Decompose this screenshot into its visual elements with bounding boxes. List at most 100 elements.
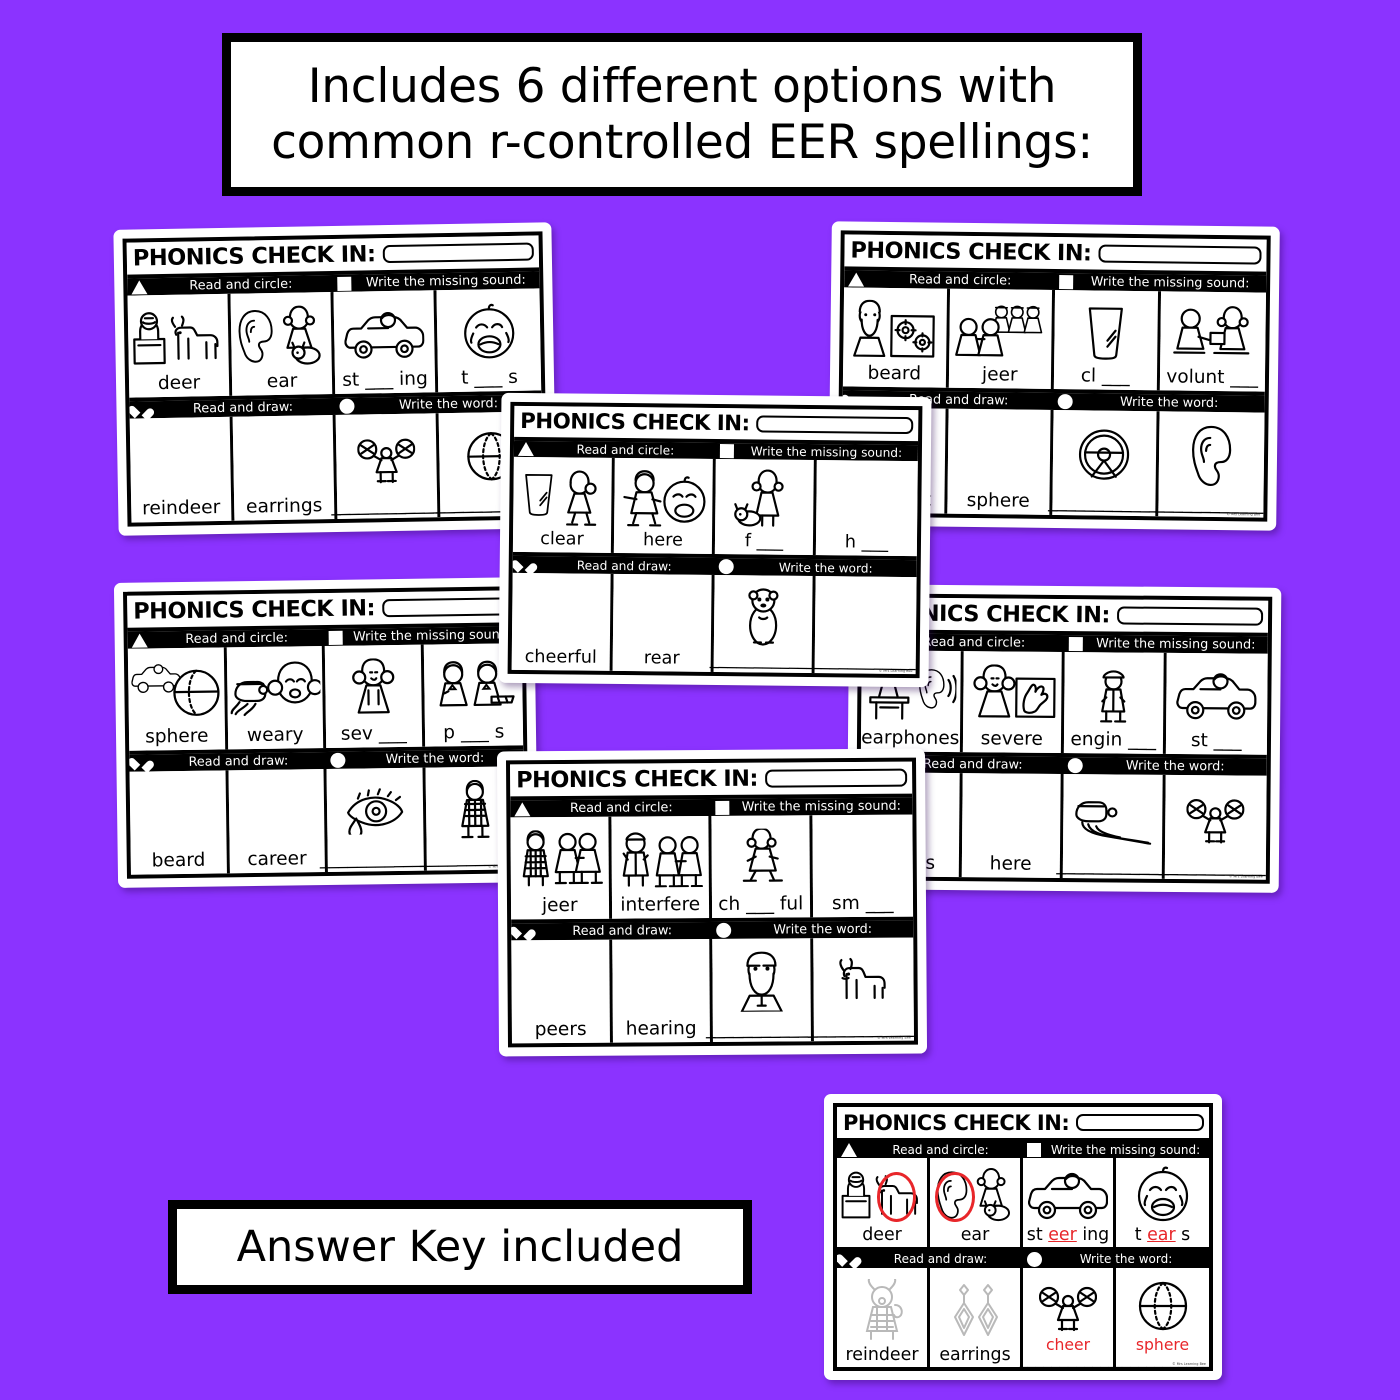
worksheet-cell[interactable]: ____________ [1048, 409, 1159, 517]
cell-word[interactable]: ____________ [331, 493, 443, 517]
worksheet-cell[interactable]: ____________ [706, 937, 817, 1042]
circle-icon [339, 398, 355, 414]
worksheet-cell[interactable]: volunt ___ [1159, 291, 1267, 392]
worksheet-cell[interactable]: clear [512, 456, 615, 553]
worksheet-cell[interactable]: career [228, 768, 328, 874]
clipart-hidden-icon [818, 463, 916, 535]
write-the-word-header: Write the word: [1023, 1251, 1209, 1268]
worksheet-cell[interactable]: sphere [127, 647, 228, 751]
worksheet-cell[interactable]: ____________ [1056, 773, 1168, 879]
worksheet-cell[interactable]: here [961, 772, 1064, 878]
cell-word: earrings [939, 1344, 1011, 1365]
triangle-icon [131, 632, 148, 648]
worksheet-cell[interactable]: st ___ [1165, 652, 1268, 755]
worksheet-cell[interactable]: sev ___ [324, 644, 425, 748]
worksheet-cell[interactable]: cl ___ [1053, 290, 1161, 391]
cell-word[interactable]: ____________ [1048, 491, 1159, 514]
student-name-input[interactable] [1076, 1114, 1204, 1131]
card-jeer-interfere[interactable]: PHONICS CHECK IN: Read and circle: Write t… [496, 748, 928, 1057]
worksheet-cell[interactable]: st ___ ing [333, 290, 439, 394]
student-name-input[interactable] [756, 415, 914, 435]
answer-text: ear [1147, 1224, 1176, 1245]
worksheet-cell[interactable]: sphere ____________ © Mrs Learning Bee [1114, 1267, 1209, 1367]
worksheet-cell[interactable]: t ___ s [436, 288, 542, 393]
student-name-input[interactable] [764, 768, 908, 788]
worksheet-cell[interactable]: reindeer [129, 416, 235, 523]
worksheet-cell[interactable]: peers [511, 939, 613, 1044]
cell-row: deer ear st ___ ing t ___ s [127, 288, 542, 402]
worksheet-cell[interactable]: rear [612, 573, 715, 672]
clipart-car-driver-icon [336, 293, 433, 372]
cell-word[interactable]: ____________ [1056, 854, 1168, 877]
card-title: PHONICS CHECK IN: [132, 241, 376, 272]
student-name-input[interactable] [1098, 244, 1262, 265]
cell-word[interactable]: ____________ [320, 847, 432, 870]
card-deer-ear[interactable]: PHONICS CHECK IN: Read and circle: Write t… [113, 222, 557, 536]
worksheet-cell[interactable]: ____________ [710, 574, 816, 674]
worksheet-cell[interactable]: severe [962, 651, 1065, 753]
worksheet-cell[interactable]: beard [129, 769, 230, 875]
clipart-car-steering-icon [1168, 656, 1266, 733]
worksheet-cell[interactable]: deer [837, 1158, 930, 1247]
worksheet-cell[interactable]: cheer ____________ [1019, 1267, 1117, 1367]
cell-row: reindeer earrings cheer ____________ sphere _… [837, 1267, 1209, 1367]
card-title-row: PHONICS CHECK IN: [837, 1107, 1209, 1142]
worksheet-cell[interactable]: h ___ [815, 460, 918, 557]
clipart-blank-draw-icon [949, 412, 1048, 494]
read-and-draw-header: Read and draw: [511, 921, 712, 939]
worksheet-cell[interactable]: ____________© Mrs Learning Bee [808, 937, 918, 1042]
worksheet-cell[interactable]: sm ___ [811, 814, 914, 917]
clipart-girl-hands-icon [965, 654, 1060, 731]
worksheet-cell[interactable]: reindeer [837, 1267, 930, 1367]
student-name-input[interactable] [1116, 606, 1264, 626]
worksheet-cell[interactable]: ____________© Mrs Learning Bee [1159, 774, 1271, 880]
cell-word: beard [151, 850, 206, 872]
worksheet-cell[interactable]: ____________© Mrs Learning Bee [1155, 411, 1266, 518]
heart-icon [517, 557, 533, 571]
card-clear-here[interactable]: PHONICS CHECK IN: Read and circle: Write t… [498, 392, 932, 688]
worksheet-cell[interactable]: ____________ [320, 767, 431, 872]
worksheet-cell[interactable]: engin ___ [1063, 652, 1167, 754]
worksheet-cell[interactable]: weary [226, 646, 327, 749]
card-sphere-weary[interactable]: PHONICS CHECK IN: Read and circle: Write t… [113, 577, 539, 888]
worksheet-cell[interactable]: st eer ing [1023, 1158, 1116, 1247]
cell-word: ear [266, 371, 298, 393]
cell-word[interactable]: ____________ [710, 649, 816, 671]
worksheet-cell[interactable]: t ear s [1116, 1158, 1209, 1247]
answer-text: eer [1048, 1224, 1077, 1245]
circle-icon [718, 559, 734, 575]
worksheet-cell[interactable]: ____________© Mrs Learning Bee [812, 576, 918, 675]
worksheet-cell[interactable]: earrings [232, 414, 338, 521]
worksheet-cell[interactable]: interfere [610, 816, 713, 919]
cell-word[interactable]: ____________ [706, 1018, 818, 1040]
card-answer-key[interactable]: PHONICS CHECK IN: Read and circle: Write t… [824, 1094, 1222, 1380]
worksheet-cell[interactable]: jeer [948, 288, 1056, 389]
clipart-cheerleader-icon [1025, 1271, 1111, 1339]
worksheet-cell[interactable]: hearing [611, 938, 713, 1043]
worksheet-cell[interactable]: beard [842, 287, 950, 388]
write-the-word-header: Write the word: [715, 558, 917, 577]
write-blank[interactable]: ____________ [1019, 1351, 1116, 1367]
square-icon [715, 800, 730, 815]
worksheet-cell[interactable]: ear [230, 292, 336, 396]
write-missing-sound-header: Write the missing sound: [1023, 1142, 1209, 1158]
worksheet-cell[interactable]: f ___ [714, 459, 817, 556]
clipart-judge-deer-icon [839, 1161, 925, 1227]
heart-icon [841, 1252, 857, 1266]
worksheet-cell[interactable]: deer [127, 293, 233, 398]
worksheet-cell[interactable]: ____________ [331, 413, 443, 519]
cell-word: beard [867, 363, 922, 385]
card-title: PHONICS CHECK IN: [850, 237, 1092, 267]
worksheet-cell[interactable]: ear [930, 1158, 1023, 1247]
worksheet-cell[interactable]: here [613, 457, 716, 554]
clipart-blank-draw-icon [513, 942, 607, 1022]
worksheet-cell[interactable]: sphere [946, 408, 1054, 515]
worksheet-cell[interactable]: ch ___ ful [711, 815, 813, 918]
student-name-input[interactable] [381, 597, 517, 618]
card-title-row: PHONICS CHECK IN: [844, 234, 1267, 276]
student-name-input[interactable] [382, 242, 534, 263]
worksheet-cell[interactable]: cheerful [511, 572, 614, 671]
worksheet-cell[interactable]: jeer [510, 816, 612, 919]
worksheet-cell[interactable]: earrings [930, 1267, 1023, 1367]
clipart-cheerful-girl-icon [713, 818, 807, 896]
